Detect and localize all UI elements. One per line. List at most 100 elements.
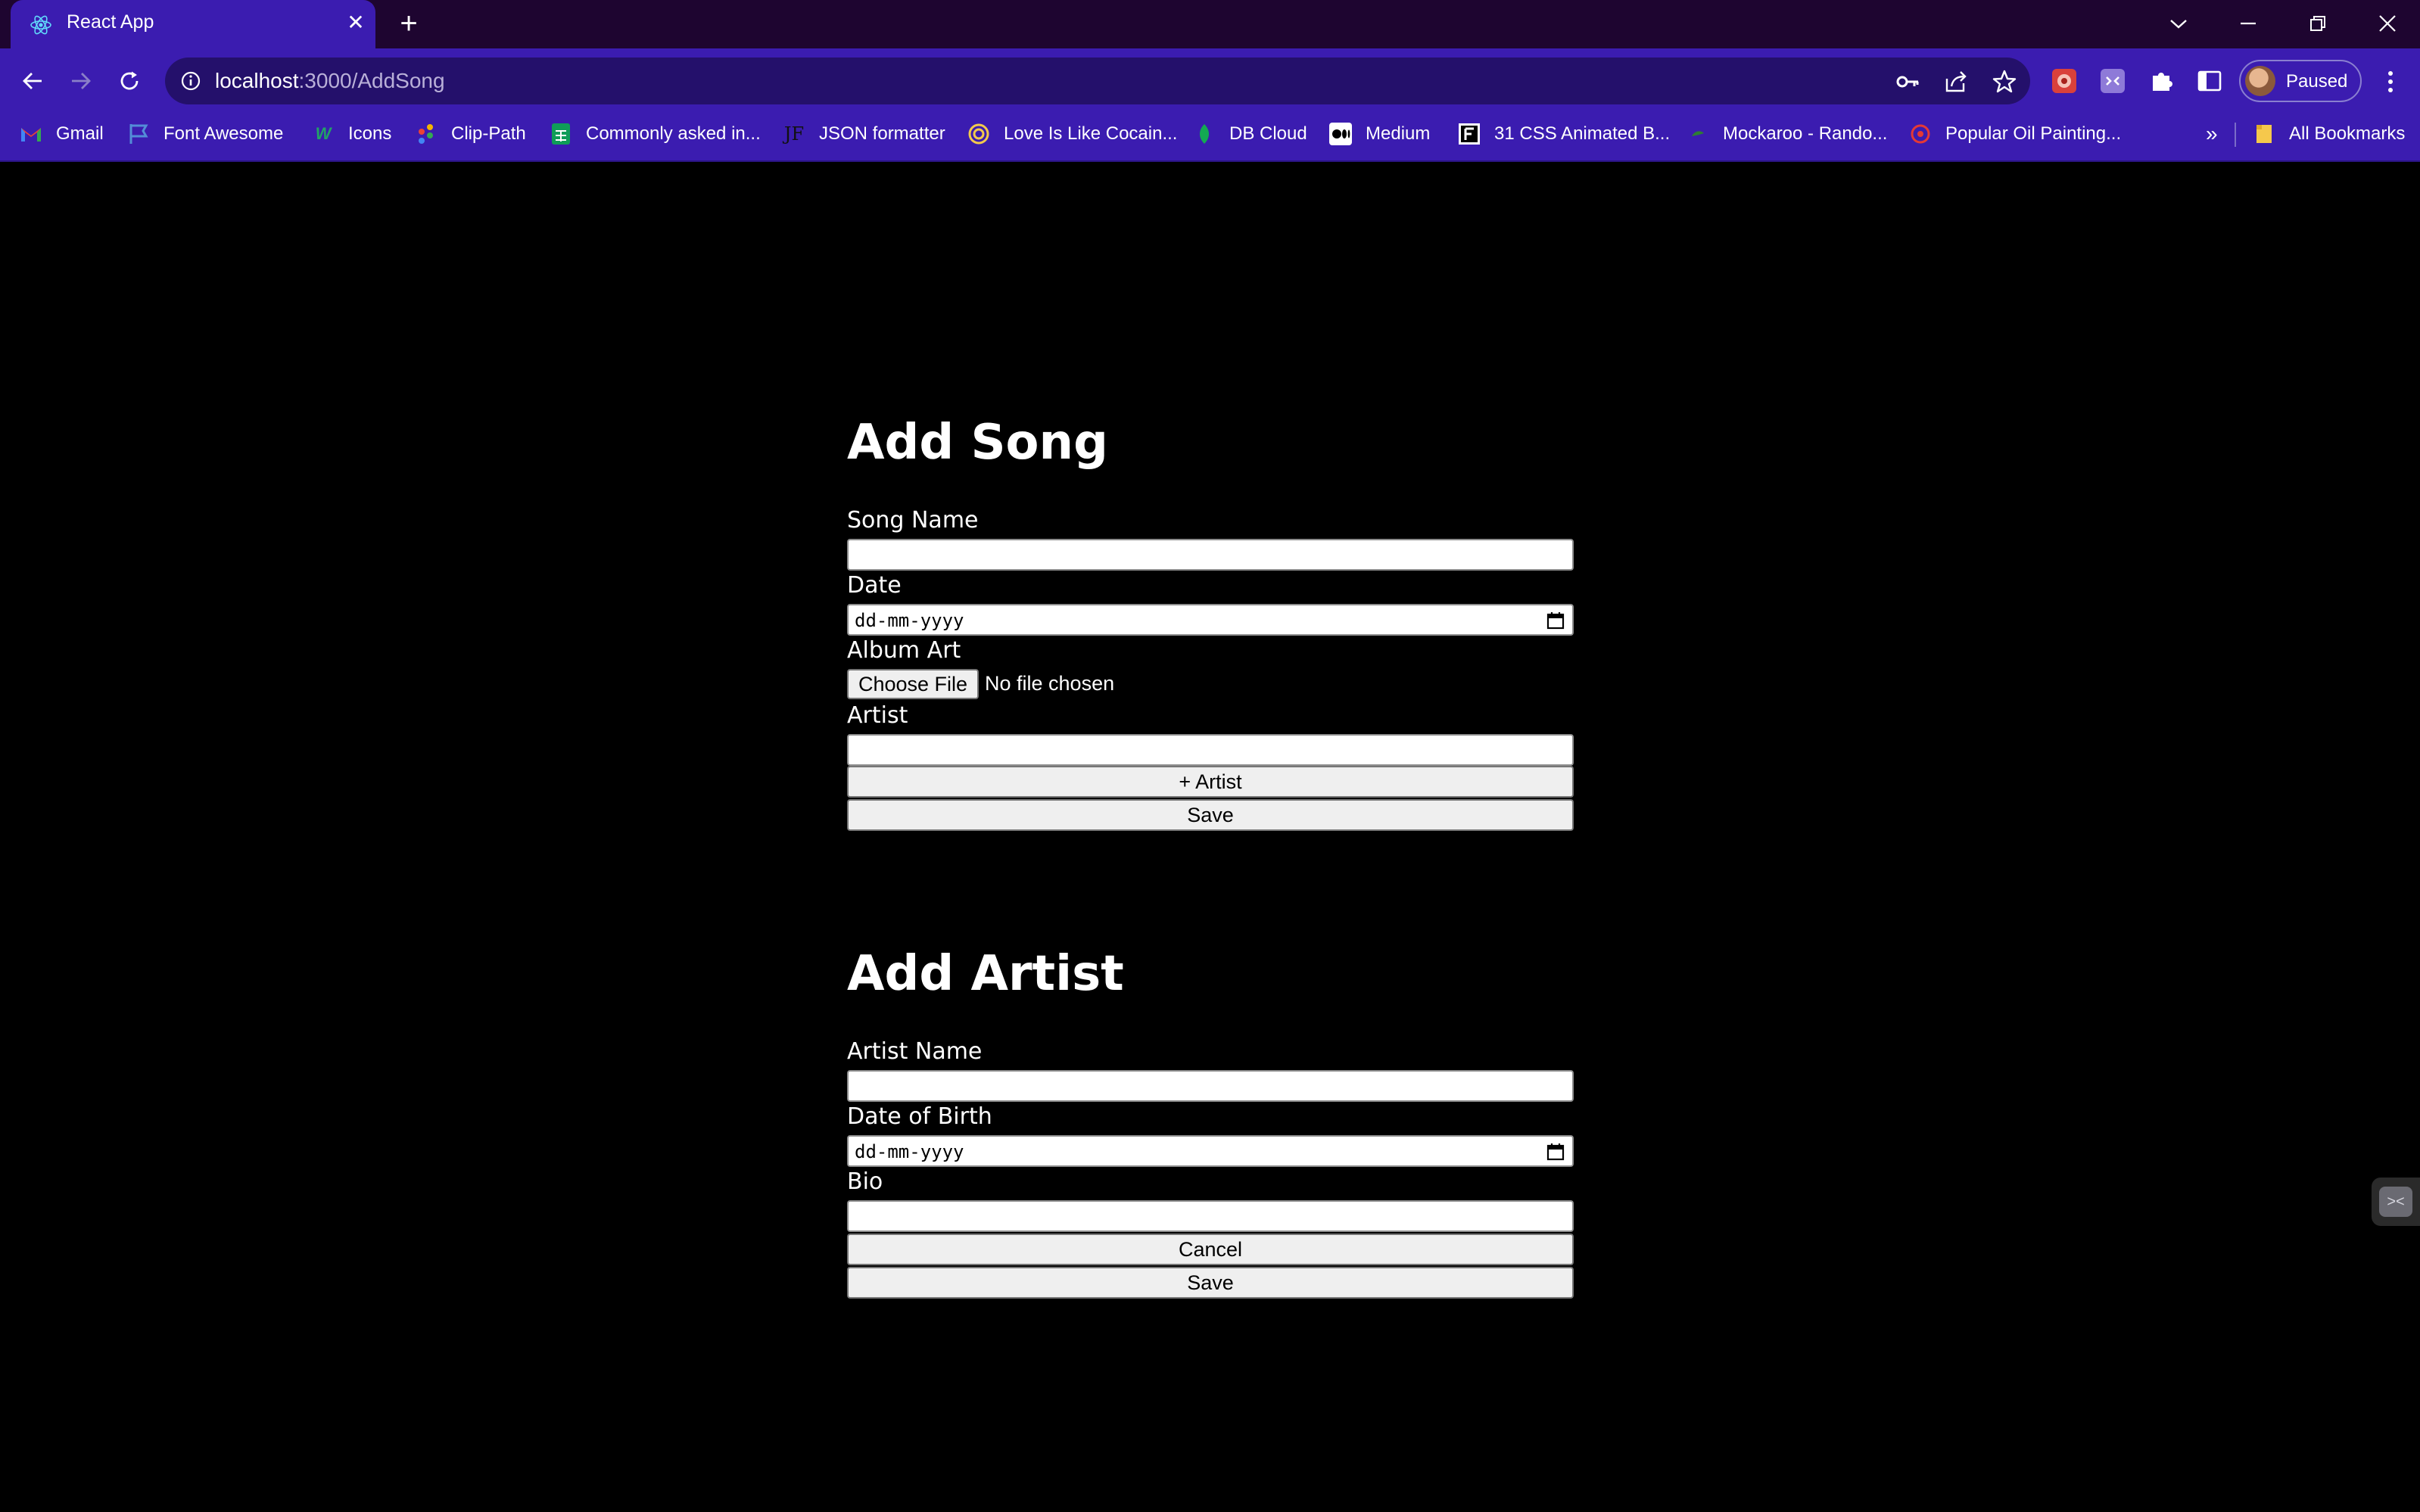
bookmark-label: Gmail [56, 123, 104, 144]
jf-icon: JF [783, 123, 805, 145]
add-artist-button[interactable]: + Artist [847, 766, 1574, 798]
bookmark-label: 31 CSS Animated B... [1494, 123, 1671, 144]
site-info-icon[interactable] [180, 70, 201, 95]
bookmark-label: Mockaroo - Rando... [1723, 123, 1888, 144]
sheets-icon [550, 123, 572, 145]
bookmark-mockaroo[interactable]: Mockaroo - Rando... [1687, 114, 1887, 154]
bookmarks-bar: Gmail Font Awesome W Icons Clip-Path Com… [0, 114, 2420, 162]
bookmark-label: Clip-Path [451, 123, 526, 144]
extensions-puzzle-icon[interactable] [2147, 67, 2176, 95]
calendar-icon[interactable] [1546, 611, 1565, 633]
profile-status: Paused [2286, 71, 2348, 92]
tab-strip: React App ✕ + [0, 0, 2420, 48]
tab-react-app[interactable]: React App ✕ [11, 0, 375, 48]
overflow-chevron-icon: » [2206, 122, 2218, 145]
spiral-icon [967, 123, 990, 145]
react-logo-icon [29, 13, 53, 37]
restore-icon[interactable] [2295, 5, 2341, 42]
key-icon[interactable] [1894, 68, 1921, 95]
w-icon: W [315, 124, 332, 143]
bookmarks-divider [2235, 123, 2236, 147]
album-art-label: Album Art [847, 637, 961, 664]
add-song-title: Add Song [847, 415, 1108, 471]
side-widget[interactable]: >< [2372, 1178, 2420, 1226]
song-name-input[interactable] [847, 539, 1574, 571]
bookmarks-overflow-button[interactable]: » [2206, 114, 2218, 154]
bookmark-label: Font Awesome [164, 123, 284, 144]
forward-button[interactable] [62, 62, 100, 100]
bookmark-commonly-asked[interactable]: Commonly asked in... [550, 114, 761, 154]
url-host: localhost [215, 69, 299, 92]
artist-name-input[interactable] [847, 1070, 1574, 1102]
profile-button[interactable]: Paused [2239, 60, 2362, 102]
file-status-text: No file chosen [985, 672, 1115, 695]
date-label: Date [847, 572, 902, 599]
add-artist-title: Add Artist [847, 946, 1124, 1002]
date-placeholder: dd-mm-yyyy [855, 610, 964, 631]
bookmark-clip-path[interactable]: Clip-Path [415, 114, 526, 154]
date-placeholder: dd-mm-yyyy [855, 1141, 964, 1162]
bookmark-label: JSON formatter [819, 123, 945, 144]
artist-label: Artist [847, 702, 908, 729]
bio-label: Bio [847, 1168, 883, 1195]
bookmark-icons[interactable]: W Icons [312, 114, 392, 154]
bookmark-json-formatter[interactable]: JF JSON formatter [783, 114, 945, 154]
reload-button[interactable] [111, 62, 148, 100]
choose-file-button[interactable]: Choose File [847, 669, 979, 699]
bookmark-medium[interactable]: Medium [1329, 114, 1430, 154]
bookmark-love-is-like[interactable]: Love Is Like Cocain... [967, 114, 1177, 154]
bookmark-oil-painting[interactable]: Popular Oil Painting... [1909, 114, 2121, 154]
save-song-button[interactable]: Save [847, 799, 1574, 831]
flag-icon [127, 123, 150, 145]
bio-input[interactable] [847, 1200, 1574, 1232]
bookmark-gmail[interactable]: Gmail [20, 114, 104, 154]
new-tab-button[interactable]: + [392, 8, 425, 41]
bookmark-font-awesome[interactable]: Font Awesome [127, 114, 283, 154]
save-artist-button[interactable]: Save [847, 1267, 1574, 1299]
bookmark-label: All Bookmarks [2289, 123, 2406, 144]
back-button[interactable] [14, 62, 51, 100]
bookmark-label: Medium [1366, 123, 1431, 144]
date-input[interactable]: dd-mm-yyyy [847, 604, 1574, 636]
leaf-icon [1193, 123, 1216, 145]
address-bar[interactable]: localhost:3000/AddSong [165, 58, 2030, 104]
url-path: :3000/AddSong [298, 69, 445, 92]
extension-purple-icon[interactable] [2098, 67, 2127, 95]
widget-face-icon: >< [2379, 1187, 2412, 1217]
bookmark-db-cloud[interactable]: DB Cloud [1193, 114, 1307, 154]
calendar-icon[interactable] [1546, 1143, 1565, 1165]
browser-toolbar: localhost:3000/AddSong Paused [0, 48, 2420, 114]
mockaroo-icon [1687, 123, 1709, 145]
f-icon [1458, 123, 1481, 145]
artist-name-label: Artist Name [847, 1038, 983, 1065]
side-panel-icon[interactable] [2195, 67, 2224, 95]
bookmark-label: Commonly asked in... [586, 123, 761, 144]
artist-input[interactable] [847, 734, 1574, 766]
date-of-birth-input[interactable]: dd-mm-yyyy [847, 1135, 1574, 1167]
bookmark-label: Icons [348, 123, 392, 144]
share-icon[interactable] [1942, 68, 1970, 95]
bookmark-star-icon[interactable] [1991, 68, 2018, 95]
folder-icon [2253, 123, 2275, 145]
kebab-menu-icon[interactable] [2375, 67, 2406, 97]
close-icon[interactable] [2365, 5, 2410, 42]
date-of-birth-label: Date of Birth [847, 1103, 992, 1130]
bookmark-label: Popular Oil Painting... [1945, 123, 2122, 144]
cancel-button[interactable]: Cancel [847, 1234, 1574, 1265]
dots-icon [415, 123, 438, 145]
url-text[interactable]: localhost:3000/AddSong [215, 69, 445, 93]
tab-title: React App [67, 11, 154, 33]
extension-red-icon[interactable] [2050, 67, 2079, 95]
bookmark-css-animated[interactable]: 31 CSS Animated B... [1458, 114, 1670, 154]
bookmark-label: Love Is Like Cocain... [1004, 123, 1178, 144]
avatar [2245, 66, 2275, 96]
bookmark-label: DB Cloud [1229, 123, 1307, 144]
minimize-icon[interactable] [2225, 5, 2271, 42]
tab-close-icon[interactable]: ✕ [341, 8, 371, 38]
gmail-icon [20, 123, 42, 145]
song-name-label: Song Name [847, 507, 979, 534]
all-bookmarks-button[interactable]: All Bookmarks [2253, 114, 2405, 154]
medium-icon [1329, 123, 1352, 145]
chevron-down-icon[interactable] [2156, 5, 2201, 42]
painting-icon [1909, 123, 1932, 145]
